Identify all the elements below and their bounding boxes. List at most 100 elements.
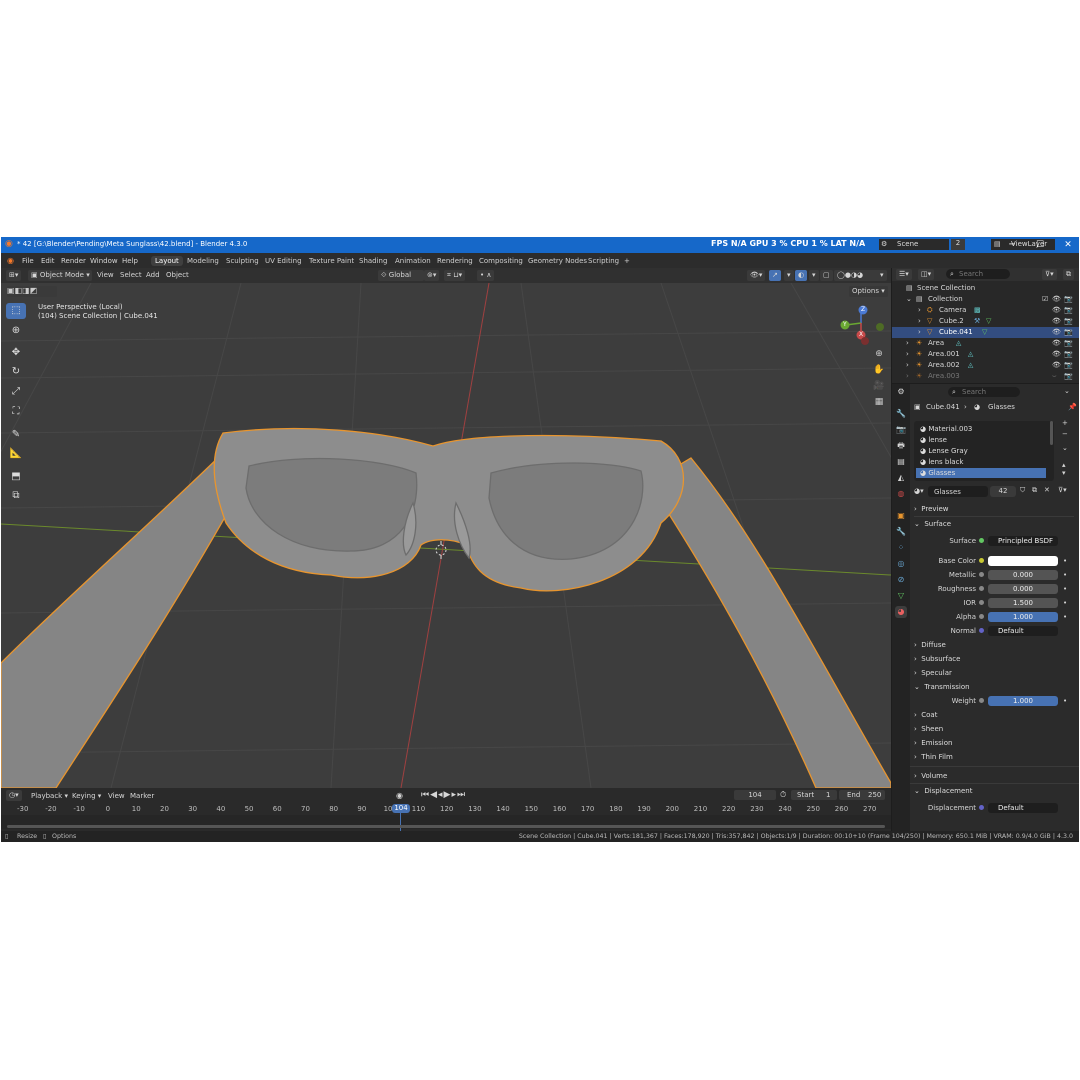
transform-tool-icon[interactable]: ⛶ xyxy=(6,404,26,420)
editor-type-icon[interactable]: ⊞▾ xyxy=(6,270,22,281)
playback-controls-icon[interactable]: ⏮◀◂▶▸⏭ xyxy=(421,790,466,800)
unlink-icon[interactable]: ✕ xyxy=(1044,486,1050,494)
keyframe-dot[interactable]: • xyxy=(1063,555,1067,567)
tab-texture-paint[interactable]: Texture Paint xyxy=(305,256,358,266)
menu-file[interactable]: File xyxy=(22,257,34,265)
view-layer-tab-icon[interactable]: ▤ xyxy=(895,456,907,468)
menu-keying[interactable]: Keying ▾ xyxy=(72,792,101,800)
current-frame-field[interactable]: 104 xyxy=(734,790,776,800)
tab-modeling[interactable]: Modeling xyxy=(183,256,223,266)
camera-render-icon[interactable]: 📷 xyxy=(1064,338,1073,349)
start-frame-field[interactable]: Start 1 xyxy=(791,790,837,800)
add-cube-tool-icon[interactable]: ⬒ xyxy=(6,469,26,485)
menu-select[interactable]: Select xyxy=(120,271,142,279)
move-slot-up-icon[interactable]: ▴ xyxy=(1062,461,1066,469)
outliner-row-cube-041[interactable]: › ▽ Cube.041 ▽ 👁 📷 xyxy=(892,327,1079,338)
chevron-right-icon[interactable]: › xyxy=(918,305,921,316)
chevron-right-icon[interactable]: › xyxy=(906,371,909,382)
timeline-scrollbar[interactable] xyxy=(7,825,885,828)
material-name-field[interactable]: Glasses xyxy=(928,486,988,497)
constraints-tab-icon[interactable]: ⊘ xyxy=(895,574,907,586)
duplicate-icon[interactable]: ⧉ xyxy=(1032,486,1037,495)
3d-viewport[interactable]: Z Y X User Perspective (Local) (104) Sce… xyxy=(1,283,891,788)
material-slot[interactable]: ◕ lens black xyxy=(916,457,1046,467)
tab-shading[interactable]: Shading xyxy=(355,256,391,266)
socket-dot[interactable] xyxy=(979,600,984,605)
camera-render-icon[interactable]: 📷 xyxy=(1064,371,1073,382)
camera-render-icon[interactable]: 📷 xyxy=(1064,349,1073,360)
keyframe-dot[interactable]: • xyxy=(1063,695,1067,707)
playhead[interactable]: 104 xyxy=(392,804,410,813)
close-button[interactable]: ✕ xyxy=(1059,238,1077,252)
transform-orientation[interactable]: ⟐ Global xyxy=(378,270,424,281)
move-tool-icon[interactable]: ✥ xyxy=(6,345,26,361)
eye-closed-icon[interactable]: ⌣ xyxy=(1052,371,1057,382)
keyframe-dot[interactable]: • xyxy=(1063,569,1067,581)
zoom-icon[interactable]: ⊕ xyxy=(872,349,886,363)
section-subsurface[interactable]: › Subsurface xyxy=(914,653,1074,665)
render-tab-icon[interactable]: 📷 xyxy=(895,424,907,436)
chevron-down-icon[interactable]: ⌄ xyxy=(906,294,912,305)
move-slot-down-icon[interactable]: ▾ xyxy=(1062,469,1066,477)
material-slot-selected[interactable]: ◕ Glasses xyxy=(916,468,1046,478)
slot-specials-icon[interactable]: ⌄ xyxy=(1062,444,1068,452)
chevron-right-icon[interactable]: › xyxy=(918,327,921,338)
filter-icon[interactable]: ⊽▾ xyxy=(1058,486,1067,494)
outliner-row-area-002[interactable]: › ☀ Area.002 ◬ 👁 📷 xyxy=(892,360,1079,371)
proportional-edit-icon[interactable]: • ∧ xyxy=(477,270,495,281)
socket-dot[interactable] xyxy=(979,628,984,633)
section-sheen[interactable]: › Sheen xyxy=(914,723,1074,735)
physics-tab-icon[interactable]: ◎ xyxy=(895,558,907,570)
measure-tool-icon[interactable]: 📐 xyxy=(6,446,26,462)
camera-render-icon[interactable]: 📷 xyxy=(1064,305,1073,316)
outliner-row-area-001[interactable]: › ☀ Area.001 ◬ 👁 📷 xyxy=(892,349,1079,360)
section-displacement[interactable]: ⌄ Displacement xyxy=(914,785,1074,797)
add-object-tool-icon[interactable]: ⧉ xyxy=(6,488,26,504)
section-coat[interactable]: › Coat xyxy=(914,709,1074,721)
cursor-tool-icon[interactable]: ⊕ xyxy=(6,323,26,339)
maximize-button[interactable]: ☐ xyxy=(1031,238,1049,252)
section-specular[interactable]: › Specular xyxy=(914,667,1074,679)
material-browse-icon[interactable]: ◕▾ xyxy=(914,487,924,495)
filter-icon[interactable]: ⊽▾ xyxy=(1042,269,1057,280)
selection-mode-icons[interactable]: ▣◧◨◩ xyxy=(7,286,57,297)
gizmo-dropdown-icon[interactable]: ▾ xyxy=(784,270,794,281)
snap-icon[interactable]: ⌗ ⊔▾ xyxy=(444,270,466,281)
outliner-row-scene-collection[interactable]: ▤ Scene Collection xyxy=(892,283,1079,294)
properties-editor-icon[interactable]: ⚙ xyxy=(895,386,907,398)
outliner-search-input[interactable]: ⌕ Search xyxy=(946,269,1010,279)
section-transmission[interactable]: ⌄ Transmission xyxy=(914,681,1074,693)
outliner-editor-icon[interactable]: ☰▾ xyxy=(896,269,912,280)
socket-dot[interactable] xyxy=(979,538,984,543)
material-slot[interactable]: ◕ Lense Gray xyxy=(916,446,1046,456)
menu-playback[interactable]: Playback ▾ xyxy=(31,792,68,800)
eye-icon[interactable]: 👁 xyxy=(1052,360,1061,371)
socket-dot[interactable] xyxy=(979,586,984,591)
material-tab-icon[interactable]: ◕ xyxy=(895,606,907,618)
remove-slot-icon[interactable]: − xyxy=(1062,430,1068,438)
fake-user-icon[interactable]: ⛉ xyxy=(1020,486,1025,495)
section-volume[interactable]: › Volume xyxy=(914,770,1074,782)
scene-tab-icon[interactable]: ◭ xyxy=(895,472,907,484)
alpha-field[interactable]: 1.000 xyxy=(988,612,1058,622)
section-emission[interactable]: › Emission xyxy=(914,737,1074,749)
roughness-field[interactable]: 0.000 xyxy=(988,584,1058,594)
properties-search-input[interactable]: ⌕ Search xyxy=(948,387,1020,397)
menu-view[interactable]: View xyxy=(97,271,114,279)
chevron-right-icon[interactable]: › xyxy=(906,360,909,371)
gizmo-toggle-icon[interactable]: ↗ xyxy=(769,270,781,281)
checkbox-icon[interactable]: ☑ xyxy=(1042,294,1048,305)
timeline-editor-icon[interactable]: ◷▾ xyxy=(6,790,22,801)
menu-object[interactable]: Object xyxy=(166,271,189,279)
menu-timeline-view[interactable]: View xyxy=(108,792,125,800)
data-tab-icon[interactable]: ▽ xyxy=(895,590,907,602)
keyframe-dot[interactable]: • xyxy=(1063,583,1067,595)
eye-icon[interactable]: 👁 xyxy=(1052,316,1061,327)
chevron-right-icon[interactable]: › xyxy=(906,349,909,360)
outliner-row-area-003[interactable]: › ☀ Area.003 ⌣ 📷 xyxy=(892,371,1079,382)
camera-render-icon[interactable]: 📷 xyxy=(1064,316,1073,327)
menu-render[interactable]: Render xyxy=(61,257,86,265)
keyframe-dot[interactable]: • xyxy=(1063,611,1067,623)
world-tab-icon[interactable]: ◍ xyxy=(895,488,907,500)
blender-menu-icon[interactable]: ◉ xyxy=(7,256,14,265)
